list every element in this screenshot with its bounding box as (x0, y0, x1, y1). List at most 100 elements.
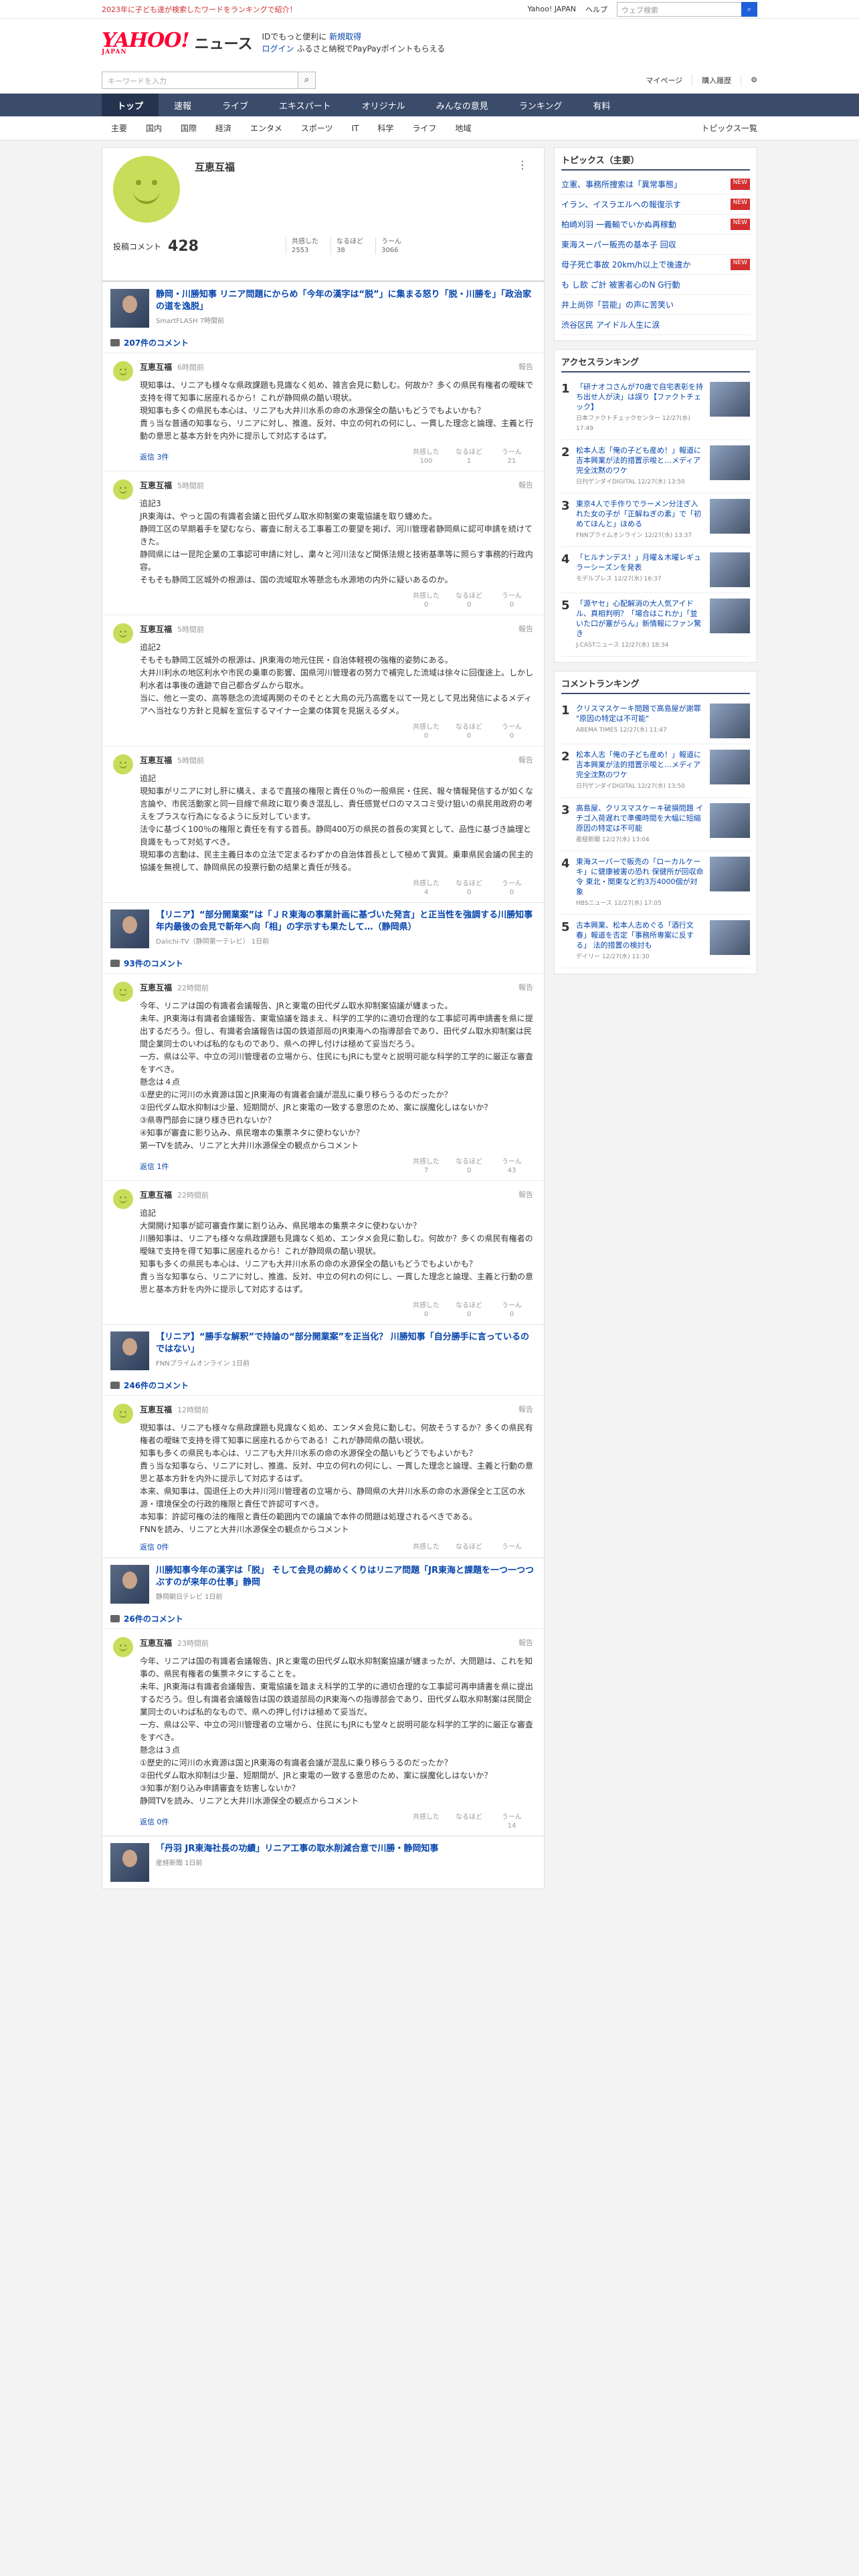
cat-entertainment[interactable]: エンタメ (241, 122, 292, 134)
rank-thumbnail[interactable] (710, 857, 750, 891)
empathy-button[interactable]: 共感した 4 (405, 879, 448, 897)
hmm-button[interactable]: うーん 43 (490, 1158, 533, 1175)
topic-item[interactable]: も し飲 ご計 被害者心のN G行動 (561, 275, 750, 295)
cat-science[interactable]: 科学 (368, 122, 403, 134)
replies-link[interactable]: 返信 3件 (140, 451, 169, 462)
article-thumbnail[interactable] (110, 1843, 149, 1882)
rank-thumbnail[interactable] (710, 920, 750, 955)
ranking-item[interactable]: 1 「研ナオコさんが70歳で自宅表彰を持ち出せ人が決」は誤り【ファクトチェック】日… (561, 377, 750, 440)
rank-title[interactable]: 「研ナオコさんが70歳で自宅表彰を持ち出せ人が決」は誤り【ファクトチェック】 日本… (576, 382, 704, 434)
comment-count-link[interactable]: 26件のコメント (102, 1610, 544, 1628)
comment-count-link[interactable]: 93件のコメント (102, 955, 544, 973)
article-header[interactable]: 「丹羽 JR東海社長の功績」リニア工事の取水削減合意で川勝・静岡知事 産経新聞 1… (102, 1836, 544, 1889)
topic-title[interactable]: 立憲、事務所捜索は「異常事態」 (561, 179, 682, 190)
comment-author[interactable]: 互恵互福 (140, 756, 172, 765)
mypage-link[interactable]: マイページ (646, 75, 682, 86)
topic-title[interactable]: 母子死亡事故 20km/h以上で後違か (561, 259, 690, 270)
insight-button[interactable]: なるほど 0 (448, 879, 490, 897)
report-link[interactable]: 報告 (518, 754, 533, 766)
nav-live[interactable]: ライブ (207, 94, 264, 116)
insight-button[interactable]: なるほど (448, 1543, 490, 1551)
furusato-promo[interactable]: ふるさと納税でPayPayポイントもらえる (296, 44, 445, 53)
hmm-button[interactable]: うーん 0 (490, 1301, 533, 1319)
topic-item[interactable]: 渋谷区民 アイドル人生に涙 (561, 315, 750, 335)
empathy-button[interactable]: 共感した 0 (405, 1301, 448, 1319)
rank-thumbnail[interactable] (710, 382, 750, 417)
report-link[interactable]: 報告 (518, 1189, 533, 1200)
nav-breaking[interactable]: 速報 (159, 94, 207, 116)
topic-title[interactable]: 井上尚弥「芸能」の声に苦笑い (561, 299, 674, 310)
article-thumbnail[interactable] (110, 1331, 149, 1370)
hmm-button[interactable]: うーん (490, 1543, 533, 1551)
article-title[interactable]: 【リニア】“部分開業案”は「ＪＲ東海の事業計画に基づいた発言」と正当性を強調する… (156, 909, 536, 934)
nav-opinion[interactable]: みんなの意見 (421, 94, 504, 116)
news-search-input[interactable]: キーワードを入力 (102, 71, 298, 89)
comment-author[interactable]: 互恵互福 (140, 983, 172, 992)
rank-thumbnail[interactable] (710, 750, 750, 784)
rank-thumbnail[interactable] (710, 599, 750, 633)
topic-item[interactable]: 母子死亡事故 20km/h以上で後違か NEW (561, 255, 750, 275)
yahoo-japan-link[interactable]: Yahoo! JAPAN (527, 5, 576, 13)
nav-paid[interactable]: 有料 (577, 94, 626, 116)
rank-title[interactable]: 古本興業、松本人志めぐる「酒行文春」報道を否定「事務所専案に反する」 法的措置の… (576, 920, 704, 962)
topic-title[interactable]: 渋谷区民 アイドル人生に涙 (561, 319, 660, 330)
article-thumbnail[interactable] (110, 909, 149, 948)
more-menu-icon[interactable]: ⋮ (517, 158, 528, 171)
comment-count[interactable]: 246件のコメント (124, 1380, 189, 1391)
empathy-button[interactable]: 共感した (405, 1543, 448, 1551)
rank-thumbnail[interactable] (710, 803, 750, 838)
report-link[interactable]: 報告 (518, 1404, 533, 1415)
cat-it[interactable]: IT (342, 124, 368, 133)
report-link[interactable]: 報告 (518, 623, 533, 635)
cat-world[interactable]: 国際 (171, 122, 206, 134)
topic-item[interactable]: 東海スーパー販売の基本子 回収 (561, 235, 750, 255)
comment-count[interactable]: 93件のコメント (124, 958, 183, 969)
rank-thumbnail[interactable] (710, 499, 750, 534)
ranking-item[interactable]: 3 東京4人で手作りでラーメン分注ぎ入れた女の子が「正解ねぎの素」で「初めてほんと… (561, 494, 750, 547)
ranking-item[interactable]: 1 クリスマスケーキ問題で高島屋が謝罪 "原因の特定は不可能" ABEMA TIME… (561, 698, 750, 744)
hmm-button[interactable]: うーん 14 (490, 1813, 533, 1830)
article-title[interactable]: 「丹羽 JR東海社長の功績」リニア工事の取水削減合意で川勝・静岡知事 (156, 1843, 438, 1855)
topic-item[interactable]: 立憲、事務所捜索は「異常事態」 NEW (561, 175, 750, 195)
hmm-button[interactable]: うーん 21 (490, 448, 533, 465)
article-title[interactable]: 【リニア】“勝手な解釈”で持論の“部分開業案”を正当化？ 川勝知事「自分勝手に言… (156, 1331, 536, 1356)
hmm-button[interactable]: うーん 0 (490, 723, 533, 740)
nav-expert[interactable]: エキスパート (264, 94, 347, 116)
rank-thumbnail[interactable] (710, 704, 750, 738)
empathy-button[interactable]: 共感した 100 (405, 448, 448, 465)
cat-local[interactable]: 地域 (446, 122, 480, 134)
rank-title[interactable]: クリスマスケーキ問題で高島屋が謝罪 "原因の特定は不可能" ABEMA TIMES… (576, 704, 704, 738)
insight-button[interactable]: なるほど 0 (448, 723, 490, 740)
rank-title[interactable]: 松本人志「俺の子ども産め！」報道に吉本興業が法的措置示唆と…メディア完全沈黙のワ… (576, 750, 704, 792)
cat-economy[interactable]: 経済 (206, 122, 241, 134)
topic-title[interactable]: 東海スーパー販売の基本子 回収 (561, 239, 676, 250)
comment-count[interactable]: 26件のコメント (124, 1613, 183, 1624)
comment-author[interactable]: 互恵互福 (140, 1638, 172, 1648)
ranking-item[interactable]: 5 「源ヤセ」心配解消の大人気アイドル、真相判明？「場合はこれか」「並いた口が塞が… (561, 593, 750, 657)
empathy-button[interactable]: 共感した 7 (405, 1158, 448, 1175)
topic-title[interactable]: イラン、イスラエルへの報復示す (561, 199, 681, 210)
search-icon[interactable]: ⌕ (298, 71, 316, 89)
cat-domestic[interactable]: 国内 (136, 122, 171, 134)
topic-item[interactable]: イラン、イスラエルへの報復示す NEW (561, 195, 750, 215)
comment-count-link[interactable]: 207件のコメント (102, 334, 544, 352)
article-thumbnail[interactable] (110, 289, 149, 328)
comment-author[interactable]: 互恵互福 (140, 1405, 172, 1414)
help-link[interactable]: ヘルプ (585, 4, 607, 15)
insight-button[interactable]: なるほど 0 (448, 1158, 490, 1175)
replies-link[interactable]: 返信 0件 (140, 1541, 169, 1552)
empathy-button[interactable]: 共感した 0 (405, 723, 448, 740)
comment-author[interactable]: 互恵互福 (140, 1190, 172, 1200)
ranking-item[interactable]: 2 松本人志「俺の子ども産め！」報道に吉本興業が法的措置示唆と…メディア完全沈黙の… (561, 440, 750, 494)
rank-thumbnail[interactable] (710, 445, 750, 480)
comment-author[interactable]: 互恵互福 (140, 481, 172, 490)
topic-title[interactable]: も し飲 ご計 被害者心のN G行動 (561, 279, 680, 290)
comment-author[interactable]: 互恵互福 (140, 362, 172, 372)
rank-title[interactable]: 「ヒルナンデス！」月曜＆木曜レギュラーシーズンを発表 モデルプレス 12/27(水… (576, 552, 704, 587)
search-icon[interactable]: ⌕ (741, 1, 757, 17)
article-header[interactable]: 【リニア】“勝手な解釈”で持論の“部分開業案”を正当化？ 川勝知事「自分勝手に言… (102, 1324, 544, 1377)
nav-top[interactable]: トップ (102, 94, 159, 116)
topics-list-link[interactable]: トピックス一覧 (701, 122, 757, 134)
empathy-button[interactable]: 共感した (405, 1813, 448, 1830)
topic-item[interactable]: 柏崎刈羽 一義輸でいかぬ再稼動 NEW (561, 215, 750, 235)
